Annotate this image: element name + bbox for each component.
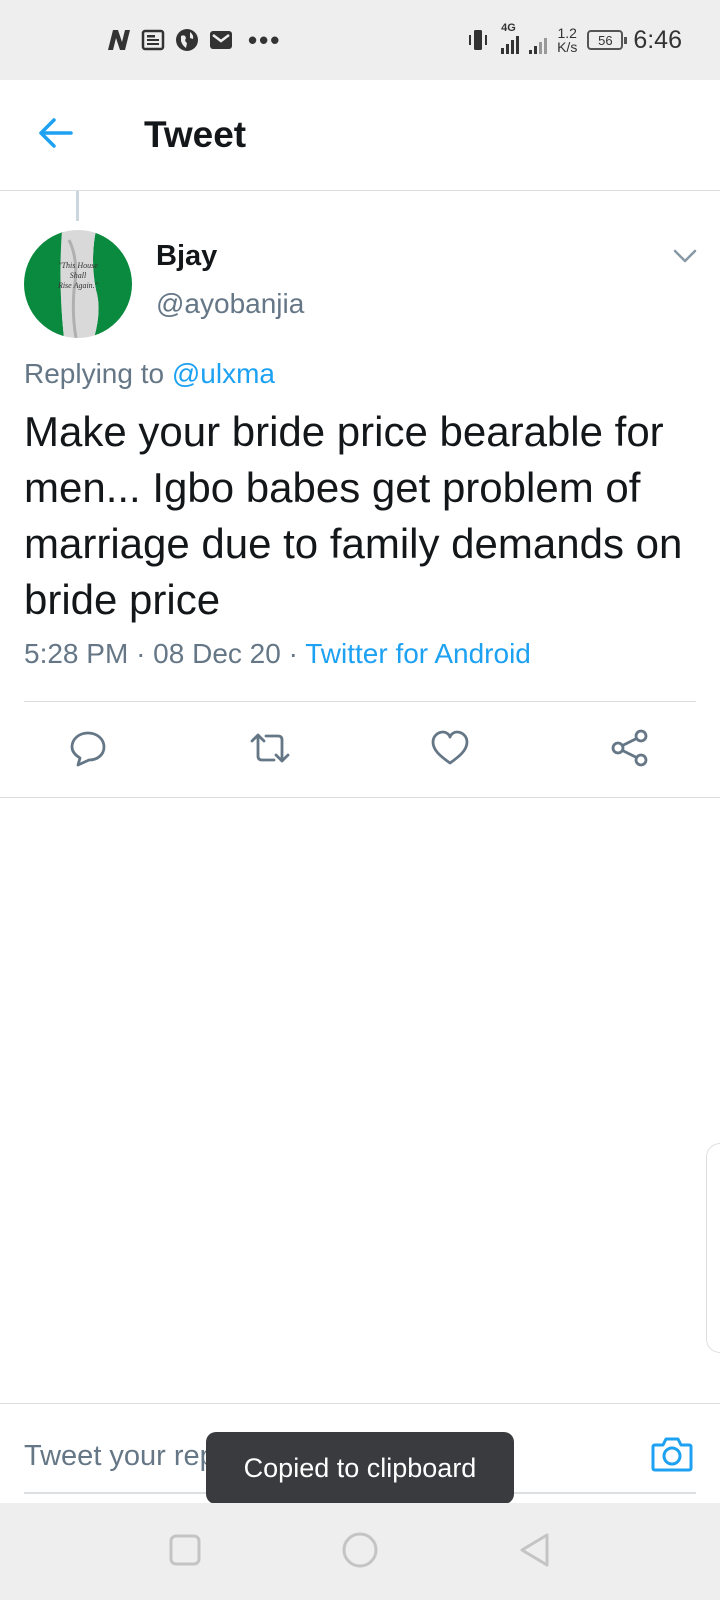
svg-text:Shall: Shall [70,271,87,280]
network-type: 4G [501,22,516,34]
back-button[interactable] [26,105,86,165]
battery-icon: 56 [587,30,628,50]
home-button[interactable] [337,1529,383,1575]
replying-mention-link[interactable]: @ulxma [172,358,275,389]
share-button[interactable] [608,728,652,772]
camera-icon [651,1435,693,1478]
network-speed: 1.2 K/s [557,26,577,54]
battery-level: 56 [598,32,613,48]
share-icon [610,728,650,773]
retweet-button[interactable] [248,728,292,772]
status-bar-notifications: ••• [106,25,281,56]
speed-value: 1.2 [557,25,577,41]
speed-unit: K/s [557,39,578,55]
divider [0,1403,720,1404]
mail-icon [208,27,234,53]
replying-prefix: Replying to [24,358,165,389]
triangle-back-icon [517,1531,553,1574]
tweet-text: Make your bride price bearable for men..… [24,408,683,623]
replying-to: Replying to @ulxma [24,358,275,390]
tweet-actions [0,702,720,798]
meta-separator: · [136,638,154,669]
author-name[interactable]: Bjay [156,240,217,273]
recents-button[interactable] [162,1529,208,1575]
thread-connector [76,191,79,221]
page-title: Tweet [144,114,247,155]
more-dots-icon: ••• [248,24,282,55]
tweet-date: 08 Dec 20 [153,638,281,669]
back-nav-button[interactable] [512,1529,558,1575]
avatar[interactable]: "This House Shall Rise Again." [24,230,132,338]
reply-icon [68,728,108,773]
meta-separator: · [288,638,306,669]
app-header: Tweet [0,80,720,191]
like-button[interactable] [428,728,472,772]
square-icon [168,1533,202,1572]
status-bar-system: 4G 1.2 K/s 56 6:46 [465,22,682,55]
author-handle[interactable]: @ayobanjia [156,288,304,320]
retweet-icon [248,728,292,773]
signal-icon: 4G [501,22,548,54]
tweet-source-link[interactable]: Twitter for Android [305,638,531,669]
camera-button[interactable] [648,1432,696,1480]
chevron-down-icon [673,248,697,269]
news-icon [140,27,166,53]
toast-message: Copied to clipboard [206,1432,514,1504]
globe-icon [174,27,200,53]
tweet-time: 5:28 PM [24,638,129,669]
svg-text:"This House: "This House [58,261,98,270]
tweet-meta: 5:28 PM · 08 Dec 20 · Twitter for Androi… [24,638,531,670]
svg-text:Rise Again.": Rise Again." [57,281,99,290]
vibrate-icon [465,27,491,53]
back-arrow-icon [38,117,74,154]
clock: 6:46 [633,25,682,54]
edge-panel-handle[interactable] [706,1143,720,1353]
circle-icon [340,1530,380,1575]
tweet-options-button[interactable] [670,243,700,273]
reply-button[interactable] [66,728,110,772]
status-bar: ••• 4G 1.2 K/s 56 6:46 [0,0,720,80]
n-app-icon [106,27,132,53]
system-nav-bar [0,1503,720,1600]
heart-icon [430,729,470,772]
divider [0,797,720,798]
toast-text: Copied to clipboard [243,1452,477,1483]
